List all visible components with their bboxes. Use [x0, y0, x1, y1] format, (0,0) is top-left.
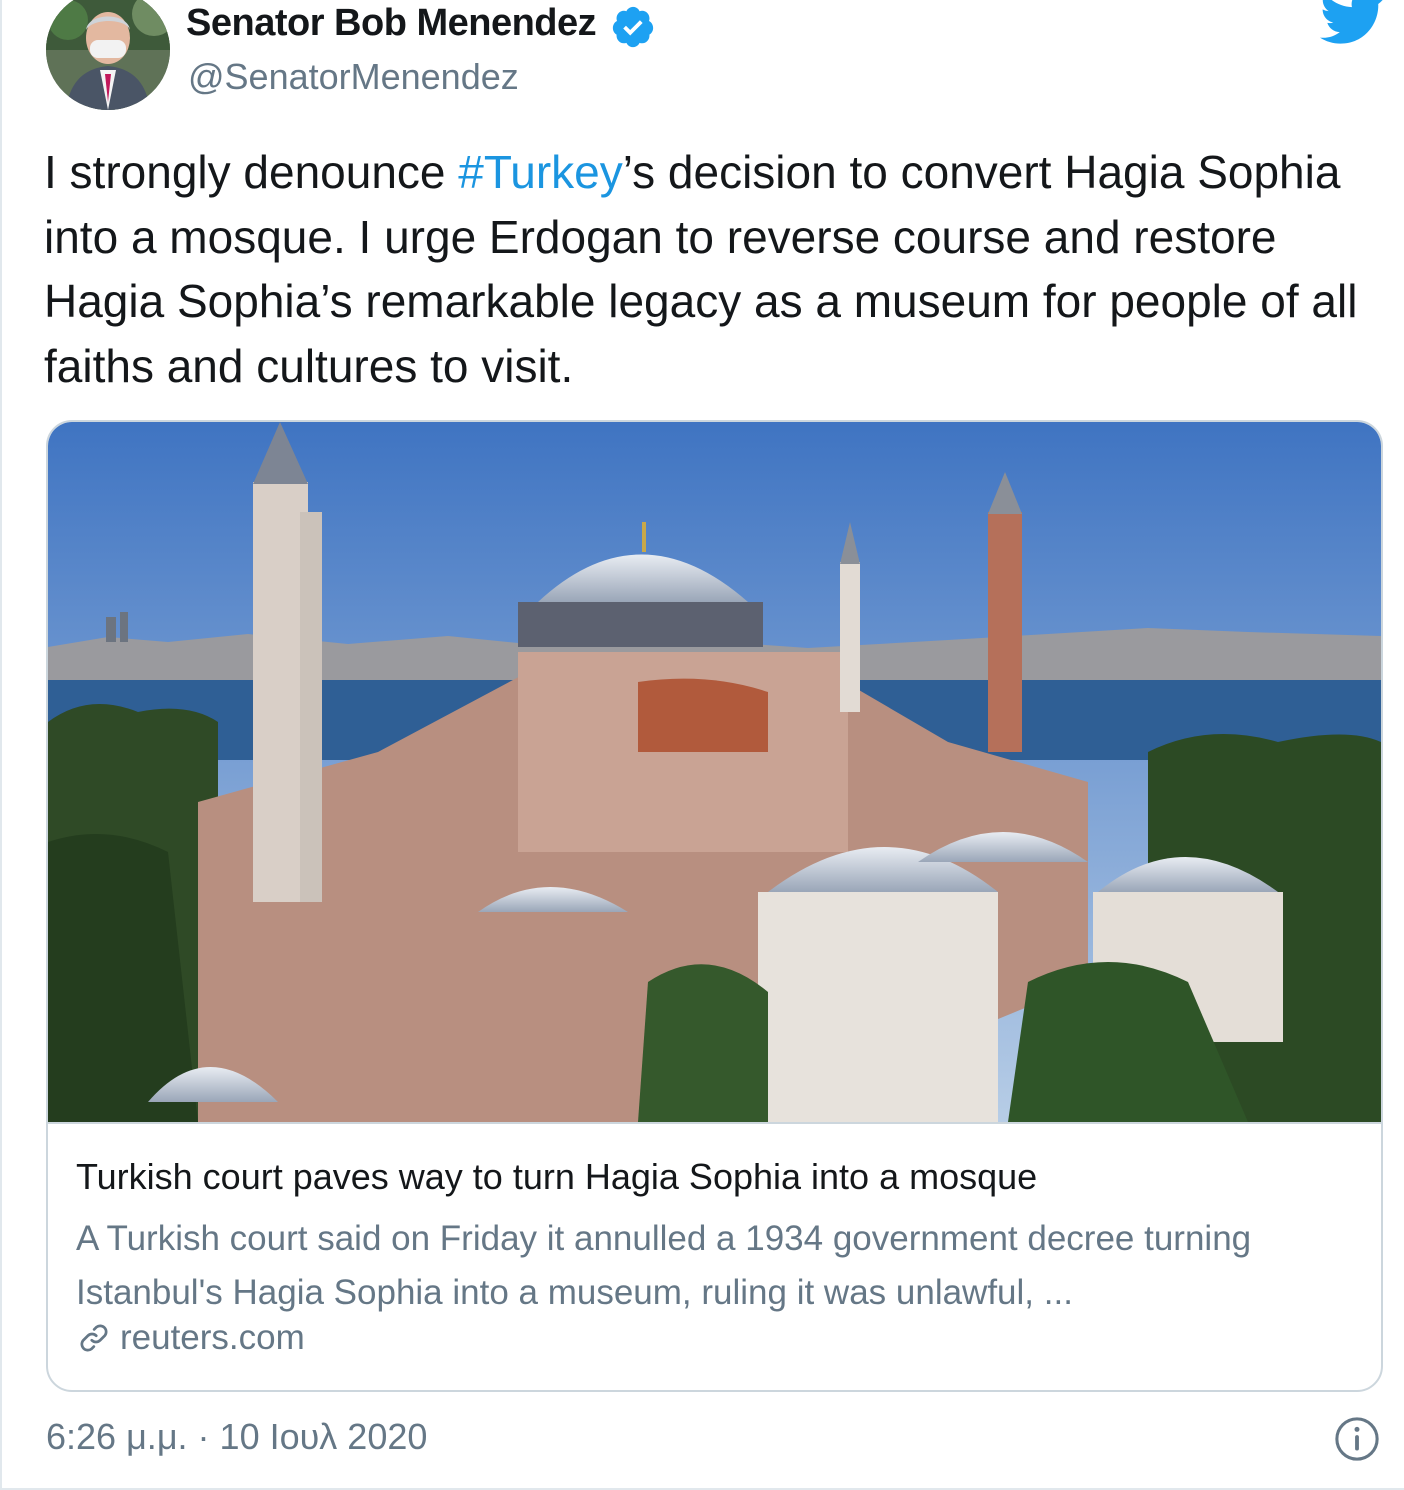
link-icon	[80, 1324, 108, 1352]
avatar[interactable]	[46, 0, 170, 110]
verified-badge-icon	[612, 6, 654, 48]
card-domain[interactable]: reuters.com	[76, 1318, 305, 1358]
card-description: A Turkish court said on Friday it annull…	[76, 1219, 1252, 1312]
twitter-bird-icon[interactable]	[1320, 0, 1386, 46]
link-card[interactable]: Turkish court paves way to turn Hagia So…	[46, 420, 1383, 1392]
card-domain-text: reuters.com	[120, 1318, 305, 1357]
hashtag-link[interactable]: #Turkey	[458, 146, 622, 198]
tweet-text-start: I strongly denounce	[44, 146, 459, 198]
tweet: Senator Bob Menendez @SenatorMenendez I …	[0, 0, 1404, 1490]
tweet-text: I strongly denounce #Turkey’s decision t…	[44, 140, 1374, 398]
hagia-sophia-photo[interactable]	[48, 422, 1381, 1122]
avatar-photo	[46, 0, 170, 110]
author-display-name[interactable]: Senator Bob Menendez	[186, 2, 597, 45]
tweet-timestamp[interactable]: 6:26 μ.μ. · 10 Ιουλ 2020	[46, 1416, 427, 1458]
card-divider	[48, 1122, 1381, 1124]
author-handle[interactable]: @SenatorMenendez	[188, 56, 519, 98]
info-icon[interactable]	[1334, 1416, 1380, 1462]
card-title[interactable]: Turkish court paves way to turn Hagia So…	[76, 1156, 1037, 1198]
